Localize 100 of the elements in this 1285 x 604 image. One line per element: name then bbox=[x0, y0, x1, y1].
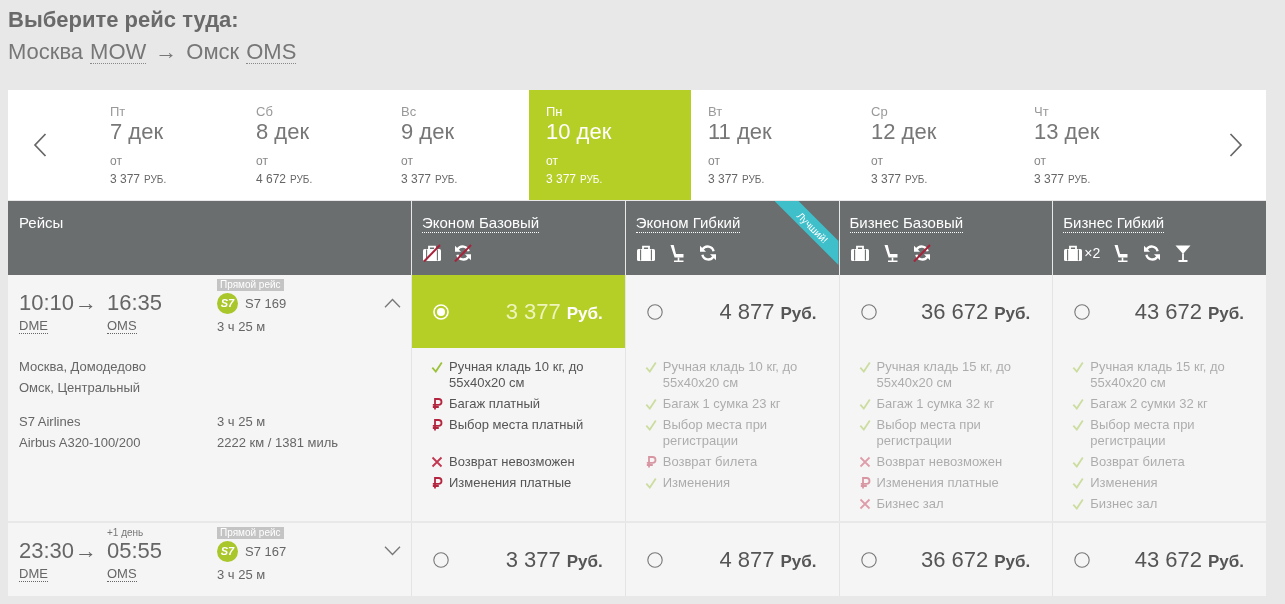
origin-code-link[interactable]: MOW bbox=[90, 40, 147, 64]
chevron-left-icon[interactable] bbox=[33, 133, 47, 157]
airline-name: S7 Airlines bbox=[19, 413, 81, 431]
chevron-up-icon[interactable] bbox=[384, 298, 401, 308]
currency-label: Руб. bbox=[1207, 551, 1244, 572]
arrival-time: 05:55 bbox=[107, 539, 163, 563]
chevron-down-icon[interactable] bbox=[384, 546, 401, 556]
route-arrow: → bbox=[154, 38, 179, 66]
departure-airport-link[interactable]: DME bbox=[19, 318, 48, 334]
currency-label: Руб. bbox=[566, 551, 603, 572]
fare-name-link[interactable]: Эконом Базовый bbox=[422, 213, 540, 233]
check-icon bbox=[1072, 361, 1085, 373]
date-label: 12 дек bbox=[871, 120, 937, 144]
radio-button[interactable] bbox=[646, 303, 663, 320]
radio-button[interactable] bbox=[1074, 551, 1091, 568]
fare-feature: Возврат невозможен bbox=[449, 454, 575, 470]
fare-price: 36 672 bbox=[920, 546, 989, 573]
currency-label: Руб. bbox=[780, 303, 817, 324]
fare-feature: Выбор места при регистрации bbox=[1090, 417, 1196, 449]
fare-option[interactable]: 36 672 Руб. bbox=[839, 523, 1053, 596]
date-price: 3 377 bbox=[871, 171, 902, 187]
date-price: 3 377 bbox=[401, 171, 432, 187]
fare-option[interactable]: 3 377 Руб. bbox=[412, 523, 625, 596]
fare-feature: Выбор места при регистрации bbox=[662, 417, 769, 449]
flight-duration: 3 ч 25 м bbox=[217, 566, 266, 582]
time-arrow: → bbox=[74, 539, 98, 563]
next-day-label: +1 день bbox=[107, 526, 144, 539]
cross-icon bbox=[858, 456, 871, 468]
currency-label: Руб. bbox=[994, 303, 1031, 324]
flight-number: S7 167 bbox=[245, 543, 287, 559]
arrival-airport-link[interactable]: OMS bbox=[107, 318, 137, 334]
departure-time: 10:10 bbox=[19, 291, 75, 315]
fare-feature: Ручная кладь 10 кг, до 55x40x20 см bbox=[662, 359, 799, 391]
fare-option[interactable]: 43 672 Руб. bbox=[1053, 523, 1266, 596]
destination-city: Омск bbox=[186, 38, 240, 66]
fare-name-link[interactable]: Эконом Гибкий bbox=[635, 213, 741, 233]
fare-option[interactable]: 4 877 Руб. bbox=[625, 275, 839, 348]
fare-feature: Возврат билета bbox=[1090, 454, 1185, 470]
check-icon bbox=[431, 361, 443, 373]
fare-feature: Выбор места платный bbox=[449, 417, 584, 433]
radio-button[interactable] bbox=[1074, 303, 1091, 320]
currency-label: РУБ. bbox=[905, 173, 928, 187]
price-from-label: от bbox=[110, 153, 122, 169]
date-label: 11 дек bbox=[708, 120, 772, 144]
currency-label: РУБ. bbox=[144, 173, 167, 187]
currency-label: Руб. bbox=[566, 303, 603, 324]
airline-logo: S7 bbox=[217, 292, 238, 314]
fare-feature: Изменения bbox=[662, 475, 731, 491]
date-label: 9 дек bbox=[401, 120, 455, 144]
radio-button[interactable] bbox=[860, 303, 877, 320]
fare-price: 4 877 bbox=[719, 298, 775, 325]
airline-logo: S7 bbox=[217, 540, 238, 562]
currency-label: Руб. bbox=[1207, 303, 1244, 324]
radio-button[interactable] bbox=[646, 551, 663, 568]
weekday-label: Вс bbox=[401, 104, 417, 120]
check-icon bbox=[858, 361, 871, 373]
arrival-airport-link[interactable]: OMS bbox=[107, 566, 137, 582]
weekday-label: Ср bbox=[871, 104, 888, 120]
flight-number: S7 169 bbox=[245, 295, 287, 311]
fare-feature: Бизнес зал bbox=[876, 496, 944, 512]
fare-feature: Ручная кладь 10 кг, до 55x40x20 см bbox=[449, 359, 585, 391]
fare-feature: Возврат билета bbox=[662, 454, 758, 470]
flight-distance: 2222 км / 1381 миль bbox=[217, 434, 339, 452]
departure-airport-name: Москва, Домодедово bbox=[19, 358, 146, 376]
fare-feature: Ручная кладь 15 кг, до 55x40x20 см bbox=[876, 359, 1013, 391]
direct-flight-badge: Прямой рейс bbox=[217, 278, 284, 291]
check-icon bbox=[858, 398, 871, 410]
fare-name-link[interactable]: Бизнес Базовый bbox=[849, 213, 964, 233]
weekday-label: Чт bbox=[1034, 104, 1049, 120]
weekday-label: Сб bbox=[256, 104, 273, 120]
check-icon bbox=[1072, 456, 1085, 468]
date-label: 10 дек bbox=[546, 120, 612, 144]
baggage-count: ×2 bbox=[1084, 244, 1101, 262]
fare-price: 36 672 bbox=[920, 298, 989, 325]
fare-feature: Изменения платные bbox=[876, 475, 999, 491]
fare-price: 43 672 bbox=[1134, 298, 1202, 325]
fare-feature: Изменения платные bbox=[449, 475, 572, 491]
radio-button[interactable] bbox=[433, 551, 449, 568]
currency-label: РУБ. bbox=[580, 173, 603, 187]
check-icon bbox=[644, 361, 657, 373]
price-from-label: от bbox=[256, 153, 268, 169]
weekday-label: Вт bbox=[708, 104, 723, 120]
fare-feature: Ручная кладь 15 кг, до 55x40x20 см bbox=[1090, 359, 1226, 391]
currency-label: Руб. bbox=[780, 551, 817, 572]
fare-name-link[interactable]: Бизнес Гибкий bbox=[1063, 213, 1165, 233]
chevron-right-icon[interactable] bbox=[1229, 133, 1243, 157]
date-label: 8 дек bbox=[256, 120, 310, 144]
direct-flight-badge: Прямой рейс bbox=[217, 526, 284, 539]
radio-button[interactable] bbox=[860, 551, 877, 568]
price-from-label: от bbox=[1034, 153, 1046, 169]
departure-airport-link[interactable]: DME bbox=[19, 566, 48, 582]
currency-label: РУБ. bbox=[435, 173, 458, 187]
check-icon bbox=[1072, 477, 1085, 489]
price-from-label: от bbox=[401, 153, 413, 169]
check-icon bbox=[858, 419, 871, 431]
fare-option[interactable]: 36 672 Руб. bbox=[839, 275, 1053, 348]
fare-option[interactable]: 43 672 Руб. bbox=[1053, 275, 1266, 348]
destination-code-link[interactable]: OMS bbox=[246, 40, 297, 64]
fare-option[interactable]: 4 877 Руб. bbox=[625, 523, 839, 596]
aircraft-type: Airbus A320-100/200 bbox=[19, 434, 141, 452]
